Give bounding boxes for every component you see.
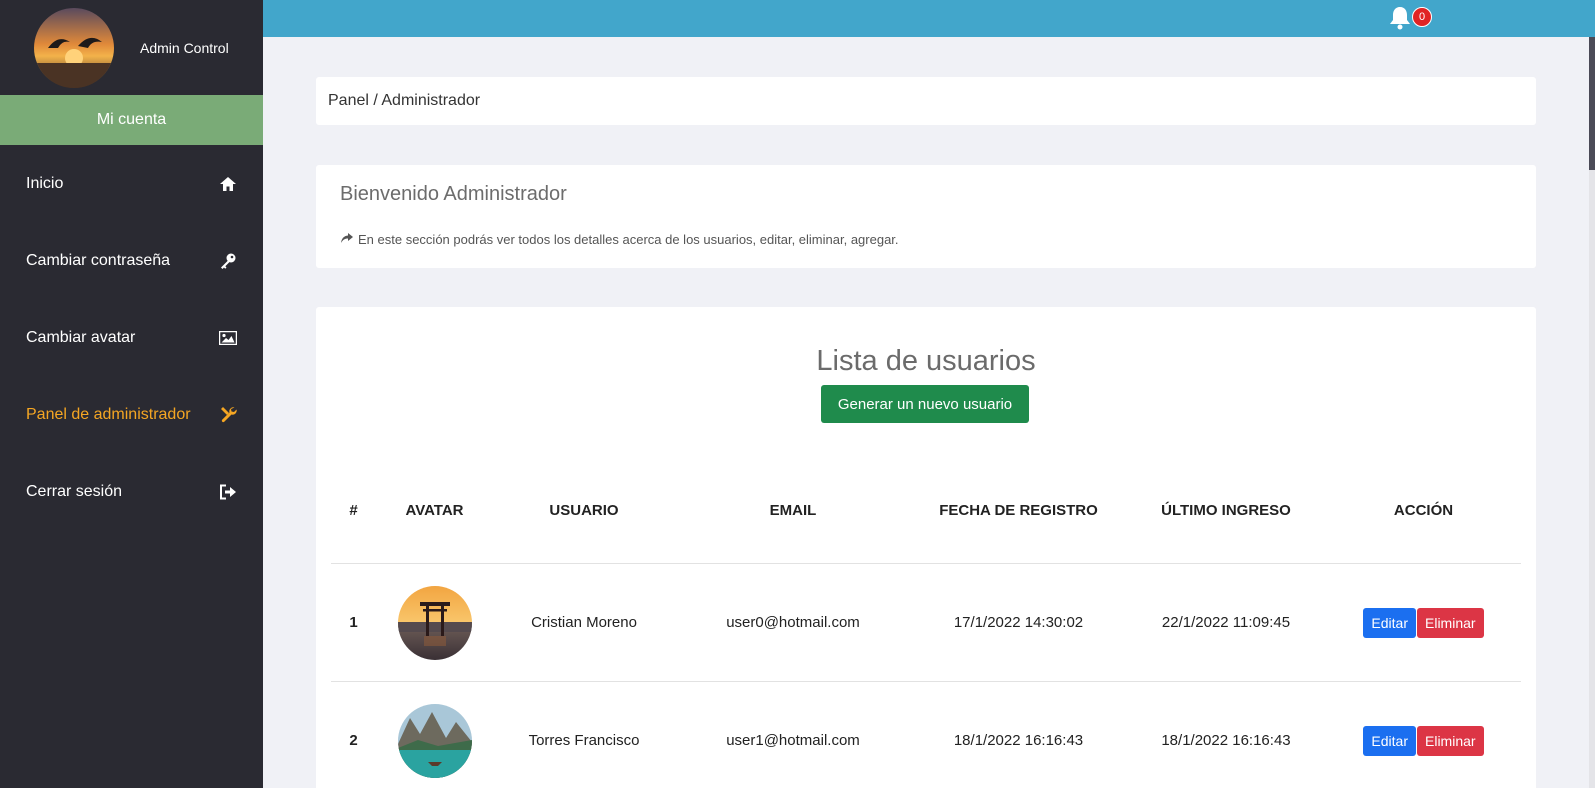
notification-badge: 0 <box>1412 7 1432 27</box>
delete-button[interactable]: Eliminar <box>1417 725 1484 756</box>
row-number: 1 <box>331 564 376 682</box>
row-avatar-cell <box>376 682 493 788</box>
profile-name: Admin Control <box>140 39 229 56</box>
scrollbar-thumb[interactable] <box>1589 37 1595 170</box>
column-header-user: USUARIO <box>493 457 675 564</box>
avatar[interactable] <box>34 7 114 88</box>
sign-out-icon <box>219 483 237 501</box>
sidebar-item-label: Cerrar sesión <box>26 482 123 500</box>
welcome-description: En este sección podrás ver todos los det… <box>340 232 1512 247</box>
welcome-card: Bienvenido Administrador En este sección… <box>316 165 1536 268</box>
row-registration-date: 17/1/2022 14:30:02 <box>911 564 1126 682</box>
table-header-row: # AVATAR USUARIO EMAIL FECHA DE REGISTRO… <box>331 457 1521 564</box>
row-registration-date: 18/1/2022 16:16:43 <box>911 682 1126 788</box>
column-header-email: EMAIL <box>675 457 911 564</box>
edit-button[interactable]: Editar <box>1363 725 1416 756</box>
sidebar-item-change-password[interactable]: Cambiar contraseña <box>0 222 263 299</box>
my-account-link[interactable]: Mi cuenta <box>0 95 263 145</box>
table-row: 2 Torres Francisco user1@hotmail.com 18/… <box>331 682 1521 788</box>
key-icon <box>219 252 237 270</box>
welcome-description-text: En este sección podrás ver todos los det… <box>358 232 899 247</box>
row-last-login: 18/1/2022 16:16:43 <box>1126 682 1326 788</box>
row-avatar-cell <box>376 564 493 682</box>
torii-sunset-image <box>397 585 472 660</box>
row-last-login: 22/1/2022 11:09:45 <box>1126 564 1326 682</box>
generate-new-user-button[interactable]: Generar un nuevo usuario <box>821 385 1029 423</box>
sidebar-item-label: Panel de administrador <box>26 405 191 423</box>
image-icon <box>219 329 237 347</box>
edit-button[interactable]: Editar <box>1363 607 1416 638</box>
column-header-number: # <box>331 457 376 564</box>
dolphins-sunset-image <box>34 7 114 88</box>
row-actions: Editar Eliminar <box>1326 682 1521 788</box>
row-email: user1@hotmail.com <box>675 682 911 788</box>
row-actions: Editar Eliminar <box>1326 564 1521 682</box>
sidebar-item-admin-panel[interactable]: Panel de administrador <box>0 376 263 453</box>
home-icon <box>219 175 237 193</box>
delete-button[interactable]: Eliminar <box>1417 607 1484 638</box>
sidebar-item-change-avatar[interactable]: Cambiar avatar <box>0 299 263 376</box>
breadcrumb: Panel / Administrador <box>316 77 1536 125</box>
users-title: Lista de usuarios <box>816 345 1036 377</box>
row-username: Cristian Moreno <box>493 564 675 682</box>
avatar <box>397 703 472 778</box>
users-panel: Lista de usuarios Generar un nuevo usuar… <box>316 307 1536 788</box>
sidebar-nav: Inicio Cambiar contraseña Cambiar avatar… <box>0 145 263 530</box>
column-header-registration-date: FECHA DE REGISTRO <box>911 457 1126 564</box>
avatar <box>397 585 472 660</box>
column-header-action: ACCIÓN <box>1326 457 1521 564</box>
column-header-avatar: AVATAR <box>376 457 493 564</box>
sidebar-item-label: Inicio <box>26 174 64 192</box>
profile-header: Admin Control <box>0 0 263 95</box>
row-username: Torres Francisco <box>493 682 675 788</box>
sidebar-item-inicio[interactable]: Inicio <box>0 145 263 222</box>
welcome-title: Bienvenido Administrador <box>340 183 567 205</box>
bell-icon[interactable] <box>1388 5 1412 31</box>
sidebar-item-label: Cambiar contraseña <box>26 251 171 269</box>
tools-icon <box>219 406 237 424</box>
row-number: 2 <box>331 682 376 788</box>
mountain-lake-image <box>397 703 472 778</box>
users-table: # AVATAR USUARIO EMAIL FECHA DE REGISTRO… <box>331 457 1521 788</box>
sidebar: Admin Control Mi cuenta Inicio Cambiar c… <box>0 0 263 788</box>
sidebar-item-logout[interactable]: Cerrar sesión <box>0 453 263 530</box>
sidebar-item-label: Cambiar avatar <box>26 328 136 346</box>
column-header-last-login: ÚLTIMO INGRESO <box>1126 457 1326 564</box>
topbar: 0 <box>263 0 1595 37</box>
table-row: 1 Cristian Moreno user0@hotmail.com 17/1… <box>331 564 1521 682</box>
row-email: user0@hotmail.com <box>675 564 911 682</box>
share-arrow-icon <box>340 232 354 247</box>
